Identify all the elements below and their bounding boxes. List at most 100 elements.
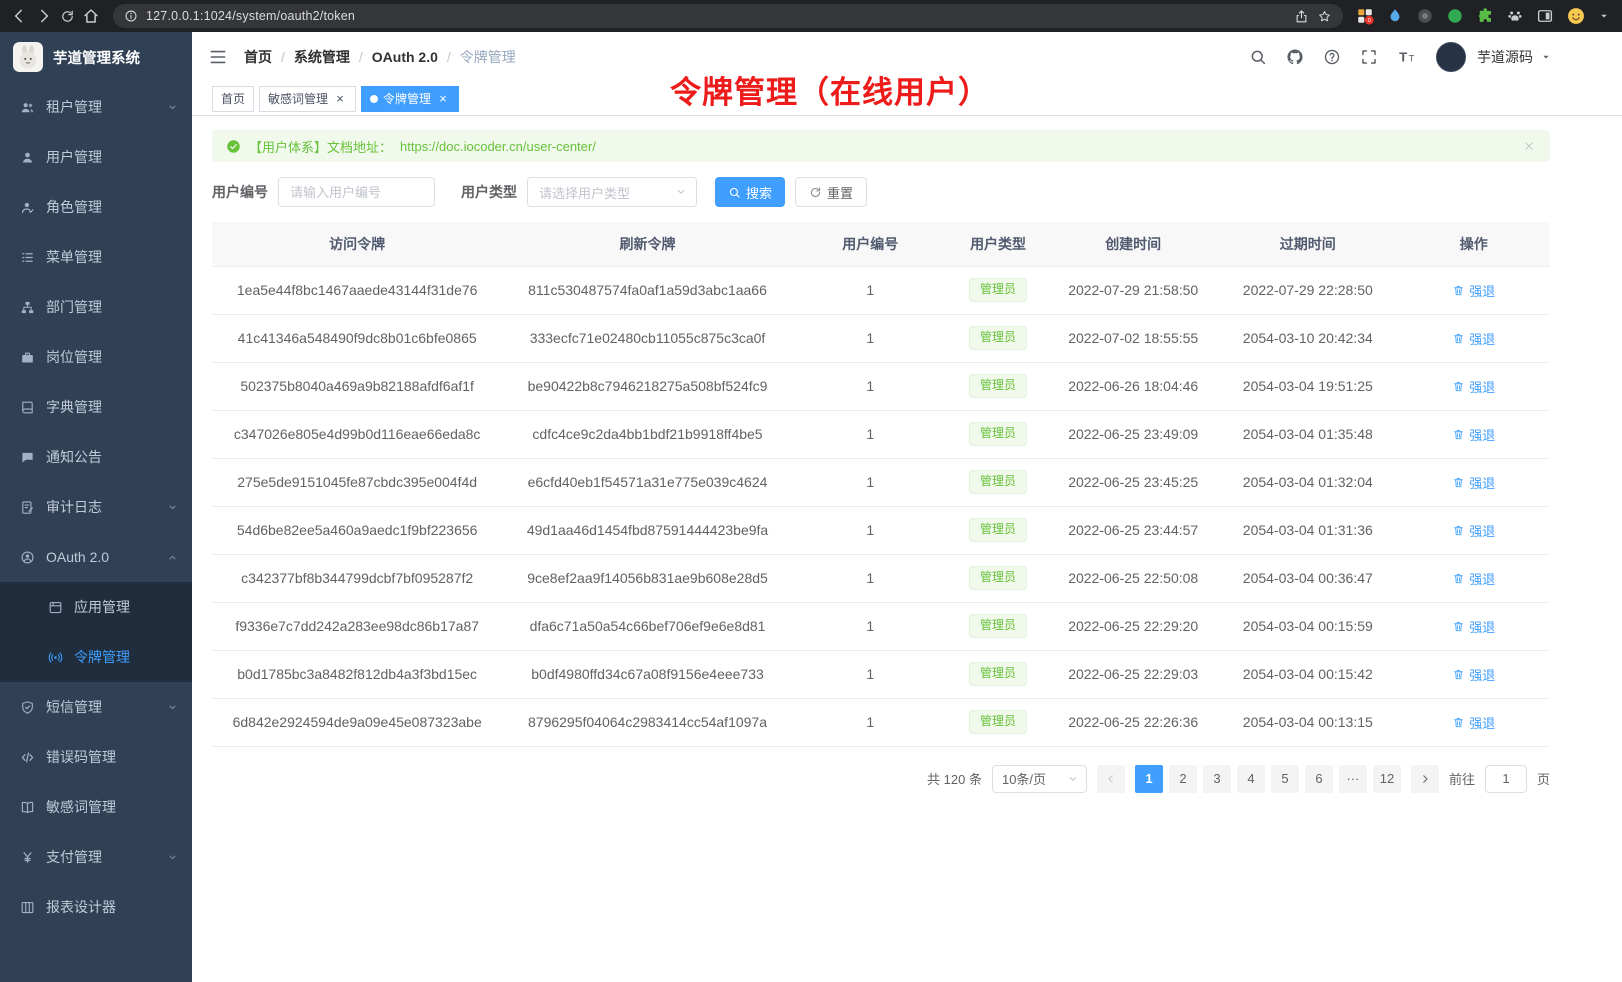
fullscreen-icon[interactable] xyxy=(1360,48,1378,66)
force-logout-button[interactable]: 强退 xyxy=(1452,281,1495,300)
force-logout-button[interactable]: 强退 xyxy=(1452,521,1495,540)
info-icon[interactable] xyxy=(124,9,138,23)
paw-extension-icon[interactable] xyxy=(1506,7,1524,25)
table-row: f9336e7c7dd242a283ee98dc86b17a87dfa6c71a… xyxy=(212,602,1550,650)
svg-text:T: T xyxy=(1399,50,1407,65)
force-logout-button[interactable]: 强退 xyxy=(1452,425,1495,444)
sidebar-item-oauth2-app[interactable]: 应用管理 xyxy=(0,582,192,632)
user-avatar[interactable] xyxy=(1436,42,1466,72)
split-view-icon[interactable] xyxy=(1536,7,1554,25)
reset-button[interactable]: 重置 xyxy=(795,177,867,207)
force-logout-button[interactable]: 强退 xyxy=(1452,665,1495,684)
menu-fold-icon[interactable] xyxy=(208,47,228,67)
sidebar-item-oauth2[interactable]: OAuth 2.0 xyxy=(0,532,192,582)
refresh-token-cell: cdfc4ce9c2da4bb1bdf21b9918ff4be5 xyxy=(502,410,792,458)
doc-link[interactable]: https://doc.iocoder.cn/user-center/ xyxy=(400,139,596,154)
grid-badge-extension-icon[interactable]: 0 xyxy=(1356,7,1374,25)
dark-extension-icon[interactable] xyxy=(1416,7,1434,25)
sidebar-item-report[interactable]: 报表设计器 xyxy=(0,882,192,932)
back-icon[interactable] xyxy=(10,7,28,25)
green-extension-icon[interactable] xyxy=(1446,7,1464,25)
caret-down-icon[interactable] xyxy=(1540,51,1552,63)
sidebar-item-dict[interactable]: 字典管理 xyxy=(0,382,192,432)
goto-page-input[interactable] xyxy=(1485,765,1527,793)
bookmark-star-icon[interactable] xyxy=(1317,9,1332,24)
page-button[interactable]: 6 xyxy=(1305,765,1333,793)
force-logout-button[interactable]: 强退 xyxy=(1452,569,1495,588)
sidebar-item-sms[interactable]: 短信管理 xyxy=(0,682,192,732)
tab-close-icon[interactable]: × xyxy=(333,92,347,106)
sidebar-item-pay[interactable]: 支付管理 xyxy=(0,832,192,882)
tab-home[interactable]: 首页 xyxy=(212,86,254,112)
force-logout-button[interactable]: 强退 xyxy=(1452,473,1495,492)
page-button[interactable]: 12 xyxy=(1373,765,1401,793)
tab-close-icon[interactable]: × xyxy=(436,92,450,106)
reset-button-label: 重置 xyxy=(827,183,853,202)
question-icon[interactable] xyxy=(1323,48,1341,66)
expire-time-cell: 2054-03-04 00:36:47 xyxy=(1218,554,1397,602)
font-size-icon[interactable]: TT xyxy=(1397,47,1417,67)
refresh-token-cell: e6cfd40eb1f54571a31e775e039c4624 xyxy=(502,458,792,506)
sidebar-item-sensitive-word[interactable]: 敏感词管理 xyxy=(0,782,192,832)
page-button[interactable]: 2 xyxy=(1169,765,1197,793)
trash-icon xyxy=(1452,284,1465,297)
share-icon[interactable] xyxy=(1294,9,1309,24)
app-title: 芋道管理系统 xyxy=(53,47,140,68)
sidebar-item-error-code[interactable]: 错误码管理 xyxy=(0,732,192,782)
sidebar-item-label: 部门管理 xyxy=(46,297,102,317)
puzzle-extension-icon[interactable] xyxy=(1476,7,1494,25)
force-logout-label: 强退 xyxy=(1469,377,1495,396)
create-time-cell: 2022-06-25 23:45:25 xyxy=(1048,458,1218,506)
prev-page-button[interactable] xyxy=(1097,765,1125,793)
address-bar[interactable]: 127.0.0.1:1024/system/oauth2/token xyxy=(113,4,1343,28)
page-button[interactable]: 5 xyxy=(1271,765,1299,793)
page-button[interactable]: 3 xyxy=(1203,765,1231,793)
next-page-button[interactable] xyxy=(1411,765,1439,793)
force-logout-button[interactable]: 强退 xyxy=(1452,617,1495,636)
caret-down-icon[interactable] xyxy=(1598,10,1610,22)
user-id-input[interactable] xyxy=(278,177,435,207)
dept-tree-icon xyxy=(20,300,35,315)
force-logout-button[interactable]: 强退 xyxy=(1452,713,1495,732)
user-name[interactable]: 芋道源码 xyxy=(1477,47,1533,67)
profile-avatar-icon[interactable] xyxy=(1566,6,1586,26)
blue-extension-icon[interactable] xyxy=(1386,7,1404,25)
breadcrumb-item[interactable]: 系统管理 xyxy=(294,47,350,67)
sidebar-item-dept[interactable]: 部门管理 xyxy=(0,282,192,332)
home-icon[interactable] xyxy=(82,7,100,25)
sidebar-item-menu[interactable]: 菜单管理 xyxy=(0,232,192,282)
user-type-cell: 管理员 xyxy=(948,506,1048,554)
sidebar-item-post[interactable]: 岗位管理 xyxy=(0,332,192,382)
browser-extensions: 0 xyxy=(1356,6,1612,26)
page-button[interactable]: 4 xyxy=(1237,765,1265,793)
sidebar: 芋道管理系统 租户管理用户管理角色管理菜单管理部门管理岗位管理字典管理通知公告审… xyxy=(0,32,192,982)
search-button[interactable]: 搜索 xyxy=(715,177,785,207)
force-logout-button[interactable]: 强退 xyxy=(1452,329,1495,348)
page-more-button[interactable]: ··· xyxy=(1339,765,1367,793)
page-button[interactable]: 1 xyxy=(1135,765,1163,793)
sidebar-item-notice[interactable]: 通知公告 xyxy=(0,432,192,482)
forward-icon[interactable] xyxy=(35,7,53,25)
user-type-badge: 管理员 xyxy=(969,374,1027,398)
user-type-select[interactable]: 请选择用户类型 xyxy=(527,177,697,207)
force-logout-button[interactable]: 强退 xyxy=(1452,377,1495,396)
sidebar-item-user[interactable]: 用户管理 xyxy=(0,132,192,182)
search-icon[interactable] xyxy=(1249,48,1267,66)
url-text: 127.0.0.1:1024/system/oauth2/token xyxy=(146,9,1286,23)
sidebar-item-audit-log[interactable]: 审计日志 xyxy=(0,482,192,532)
action-cell: 强退 xyxy=(1397,698,1550,746)
tab-token[interactable]: 令牌管理× xyxy=(361,86,459,112)
sidebar-item-oauth2-token[interactable]: 令牌管理 xyxy=(0,632,192,682)
app-logo[interactable]: 芋道管理系统 xyxy=(0,32,192,82)
close-icon[interactable] xyxy=(1522,139,1536,153)
github-icon[interactable] xyxy=(1286,48,1304,66)
refresh-icon[interactable] xyxy=(60,9,75,24)
screen: 127.0.0.1:1024/system/oauth2/token 0 芋道管… xyxy=(0,0,1622,982)
page-size-select[interactable]: 10条/页 xyxy=(992,765,1087,793)
sidebar-item-role[interactable]: 角色管理 xyxy=(0,182,192,232)
breadcrumb-item[interactable]: OAuth 2.0 xyxy=(372,49,438,65)
tab-sensitive-word[interactable]: 敏感词管理× xyxy=(259,86,356,112)
breadcrumb-item[interactable]: 首页 xyxy=(244,47,272,67)
page-content: 【用户体系】文档地址： https://doc.iocoder.cn/user-… xyxy=(192,116,1622,982)
sidebar-item-tenant[interactable]: 租户管理 xyxy=(0,82,192,132)
